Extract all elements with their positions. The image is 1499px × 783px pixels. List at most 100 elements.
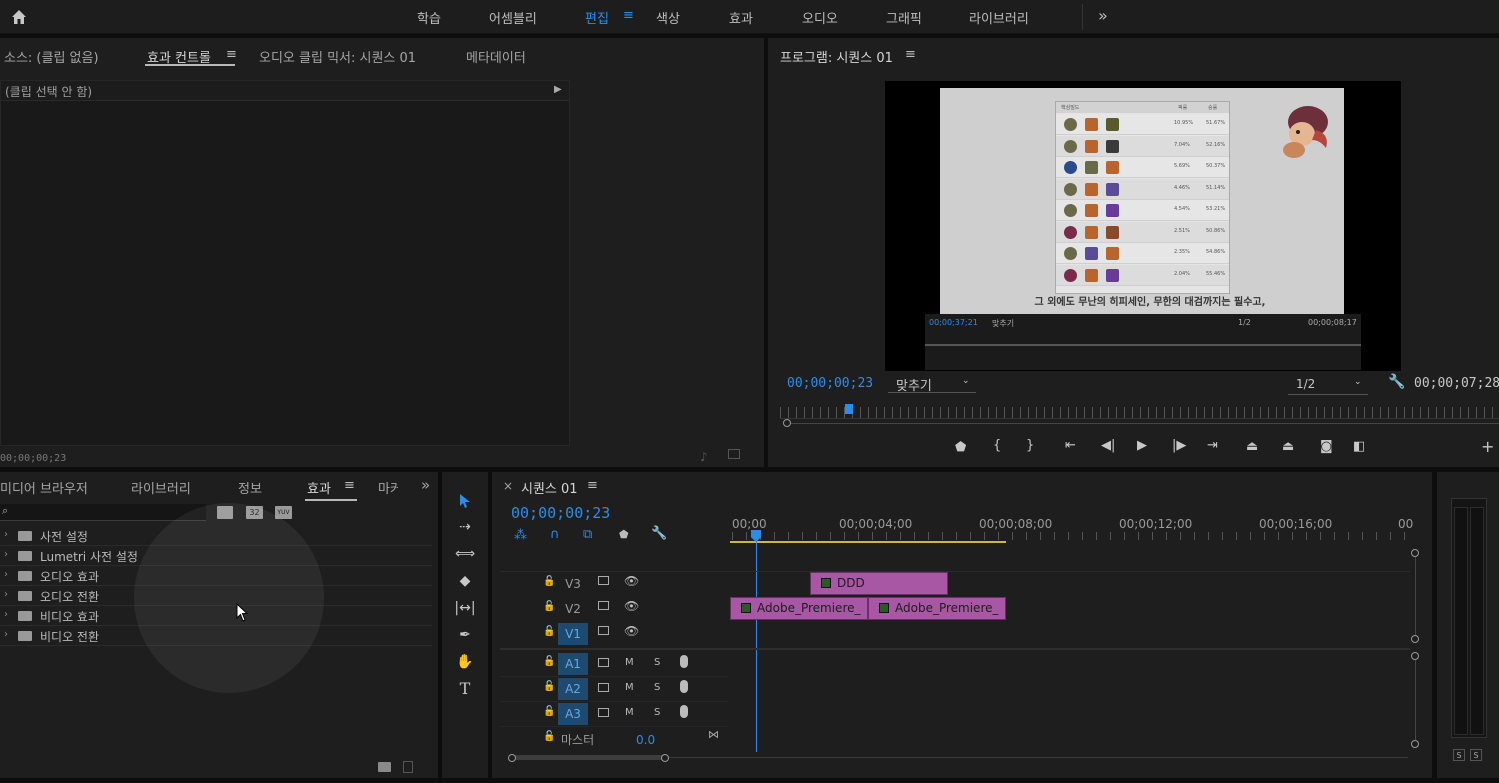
linked-selection-icon[interactable]: ⧉ xyxy=(583,527,592,542)
eye-icon[interactable]: 👁 xyxy=(624,599,639,613)
chevron-right-icon[interactable]: › xyxy=(4,589,8,600)
settings-wrench-icon[interactable]: 🔧 xyxy=(1388,374,1405,390)
export-frame-icon[interactable]: ◙ xyxy=(1320,439,1333,454)
v-scroll-handle-bottom[interactable] xyxy=(1411,635,1419,643)
chevron-right-icon[interactable]: › xyxy=(4,529,8,540)
play-icon[interactable]: ▶ xyxy=(1137,438,1147,453)
master-collapse-icon[interactable]: ⋈ xyxy=(708,728,719,741)
h-scroll-handle-left[interactable] xyxy=(508,754,516,762)
track-target-toggle[interactable]: A3 xyxy=(558,703,588,725)
tab-effects[interactable]: 효과 xyxy=(307,478,331,497)
effects-tree-item[interactable]: › Lumetri 사전 설정 xyxy=(0,546,432,566)
solo-button[interactable]: S xyxy=(654,707,660,718)
solo-left-button[interactable]: S xyxy=(1453,749,1465,761)
track-target-toggle[interactable]: V2 xyxy=(558,598,588,620)
eye-icon[interactable]: 👁 xyxy=(624,574,639,588)
add-button-icon[interactable]: + xyxy=(1481,437,1494,456)
microphone-icon[interactable] xyxy=(680,705,688,718)
sync-lock-icon[interactable] xyxy=(598,708,609,717)
track-lock-icon[interactable]: 🔓 xyxy=(543,656,555,667)
program-current-timecode[interactable]: 00;00;00;23 xyxy=(787,376,873,391)
tab-audio-clip-mixer[interactable]: 오디오 클립 믹서: 시퀀스 01 xyxy=(259,47,416,66)
chevron-right-icon[interactable]: › xyxy=(4,549,8,560)
panel-menu-icon[interactable]: ≡ xyxy=(226,47,237,62)
effects-tree-item[interactable]: › 비디오 전환 xyxy=(0,626,432,646)
sync-lock-icon[interactable] xyxy=(598,658,609,667)
track-target-toggle[interactable]: A1 xyxy=(558,653,588,675)
chevron-right-icon[interactable]: › xyxy=(4,629,8,640)
tab-media-browser[interactable]: 미디어 브라우저 xyxy=(0,478,95,497)
snap-icon[interactable]: ∩ xyxy=(550,527,560,542)
eye-icon[interactable]: 👁 xyxy=(624,624,639,638)
effects-tree-item[interactable]: › 사전 설정 xyxy=(0,526,432,546)
workspace-overflow-icon[interactable]: » xyxy=(1098,6,1108,25)
timeline-sequence-tab[interactable]: 시퀀스 01 xyxy=(521,478,578,497)
lift-icon[interactable]: ⏏ xyxy=(1246,439,1258,454)
timeline-menu-icon[interactable]: ≡ xyxy=(587,478,598,493)
workspace-tab-edit[interactable]: 편집 xyxy=(585,8,609,27)
export-icon[interactable] xyxy=(728,449,740,459)
track-target-toggle[interactable]: A2 xyxy=(558,678,588,700)
workspace-tab-assembly[interactable]: 어셈블리 xyxy=(489,8,537,27)
program-menu-icon[interactable]: ≡ xyxy=(905,47,916,62)
hand-tool-icon[interactable]: ✋ xyxy=(452,651,478,673)
master-lock-icon[interactable]: 🔓 xyxy=(543,731,555,742)
program-scrub-ruler[interactable] xyxy=(780,407,1499,419)
zoom-handle-left[interactable] xyxy=(783,419,791,427)
ripple-edit-tool-icon[interactable]: ⟺ xyxy=(452,543,478,565)
playhead-marker[interactable] xyxy=(845,404,853,414)
fit-select[interactable]: 맞추기 ⌄ xyxy=(888,375,976,394)
sync-lock-icon[interactable] xyxy=(598,683,609,692)
yuv-filter-button[interactable]: YUV xyxy=(275,506,292,519)
solo-button[interactable]: S xyxy=(654,657,660,668)
extract-icon[interactable]: ⏏ xyxy=(1282,439,1294,454)
sync-lock-icon[interactable] xyxy=(598,576,609,585)
h-scroll-handle-right[interactable] xyxy=(661,754,669,762)
v-scroll-handle-top[interactable] xyxy=(1411,549,1419,557)
chevron-right-icon[interactable]: › xyxy=(4,569,8,580)
pen-tool-icon[interactable]: ✒ xyxy=(452,624,478,646)
h-scroll-thumb[interactable] xyxy=(512,755,665,760)
timeline-close-icon[interactable]: × xyxy=(503,479,513,493)
audio-only-icon[interactable]: ♪ xyxy=(700,450,708,464)
delete-icon[interactable] xyxy=(403,761,413,773)
solo-right-button[interactable]: S xyxy=(1470,749,1482,761)
clip-ddd[interactable]: DDD xyxy=(810,572,948,595)
add-marker-icon[interactable]: ⬟ xyxy=(955,440,966,455)
tab-info[interactable]: 정보 xyxy=(238,478,262,497)
effects-search-input[interactable]: ⌕ xyxy=(0,504,206,521)
home-icon[interactable] xyxy=(9,7,29,27)
workspace-tab-color[interactable]: 색상 xyxy=(656,8,680,27)
effects-tree-item[interactable]: › 오디오 효과 xyxy=(0,566,432,586)
nest-toggle-icon[interactable]: ⁂ xyxy=(514,528,527,543)
track-lock-icon[interactable]: 🔓 xyxy=(543,576,555,587)
tab-metadata[interactable]: 메타데이터 xyxy=(466,47,526,66)
effects-tree-item[interactable]: › 오디오 전환 xyxy=(0,586,432,606)
workspace-tab-graphics[interactable]: 그래픽 xyxy=(886,8,922,27)
mute-button[interactable]: M xyxy=(625,707,634,718)
tab-libraries[interactable]: 라이브러리 xyxy=(131,478,191,497)
step-forward-icon[interactable]: |▶ xyxy=(1172,438,1186,453)
workspace-tab-effects[interactable]: 효과 xyxy=(729,8,753,27)
work-area-bar[interactable] xyxy=(730,541,1006,543)
new-bin-icon[interactable] xyxy=(378,762,391,772)
sync-lock-icon[interactable] xyxy=(598,626,609,635)
solo-button[interactable]: S xyxy=(654,682,660,693)
workspace-tab-learn[interactable]: 학습 xyxy=(417,8,441,27)
effects-tree-item[interactable]: › 비디오 효과 xyxy=(0,606,432,626)
step-back-icon[interactable]: ◀| xyxy=(1101,438,1115,453)
master-volume-value[interactable]: 0.0 xyxy=(636,733,655,747)
clip-adobe-premiere-1[interactable]: Adobe_Premiere_ xyxy=(730,597,868,620)
clip-adobe-premiere-2[interactable]: Adobe_Premiere_ xyxy=(868,597,1006,620)
track-lock-icon[interactable]: 🔓 xyxy=(543,681,555,692)
expand-arrow-icon[interactable]: ▶ xyxy=(554,84,562,95)
comparison-view-icon[interactable]: ◧ xyxy=(1353,439,1365,454)
tab-source[interactable]: 소스: (클립 없음) xyxy=(4,47,99,66)
workspace-menu-icon[interactable]: ≡ xyxy=(623,8,634,23)
resolution-select[interactable]: 1/2 ⌄ xyxy=(1288,377,1368,395)
track-lock-icon[interactable]: 🔓 xyxy=(543,706,555,717)
accelerated-effects-filter-icon[interactable] xyxy=(217,506,233,519)
chevron-right-icon[interactable]: › xyxy=(4,609,8,620)
razor-tool-icon[interactable]: ◆ xyxy=(452,570,478,592)
program-zoom-bar[interactable] xyxy=(786,423,1499,424)
